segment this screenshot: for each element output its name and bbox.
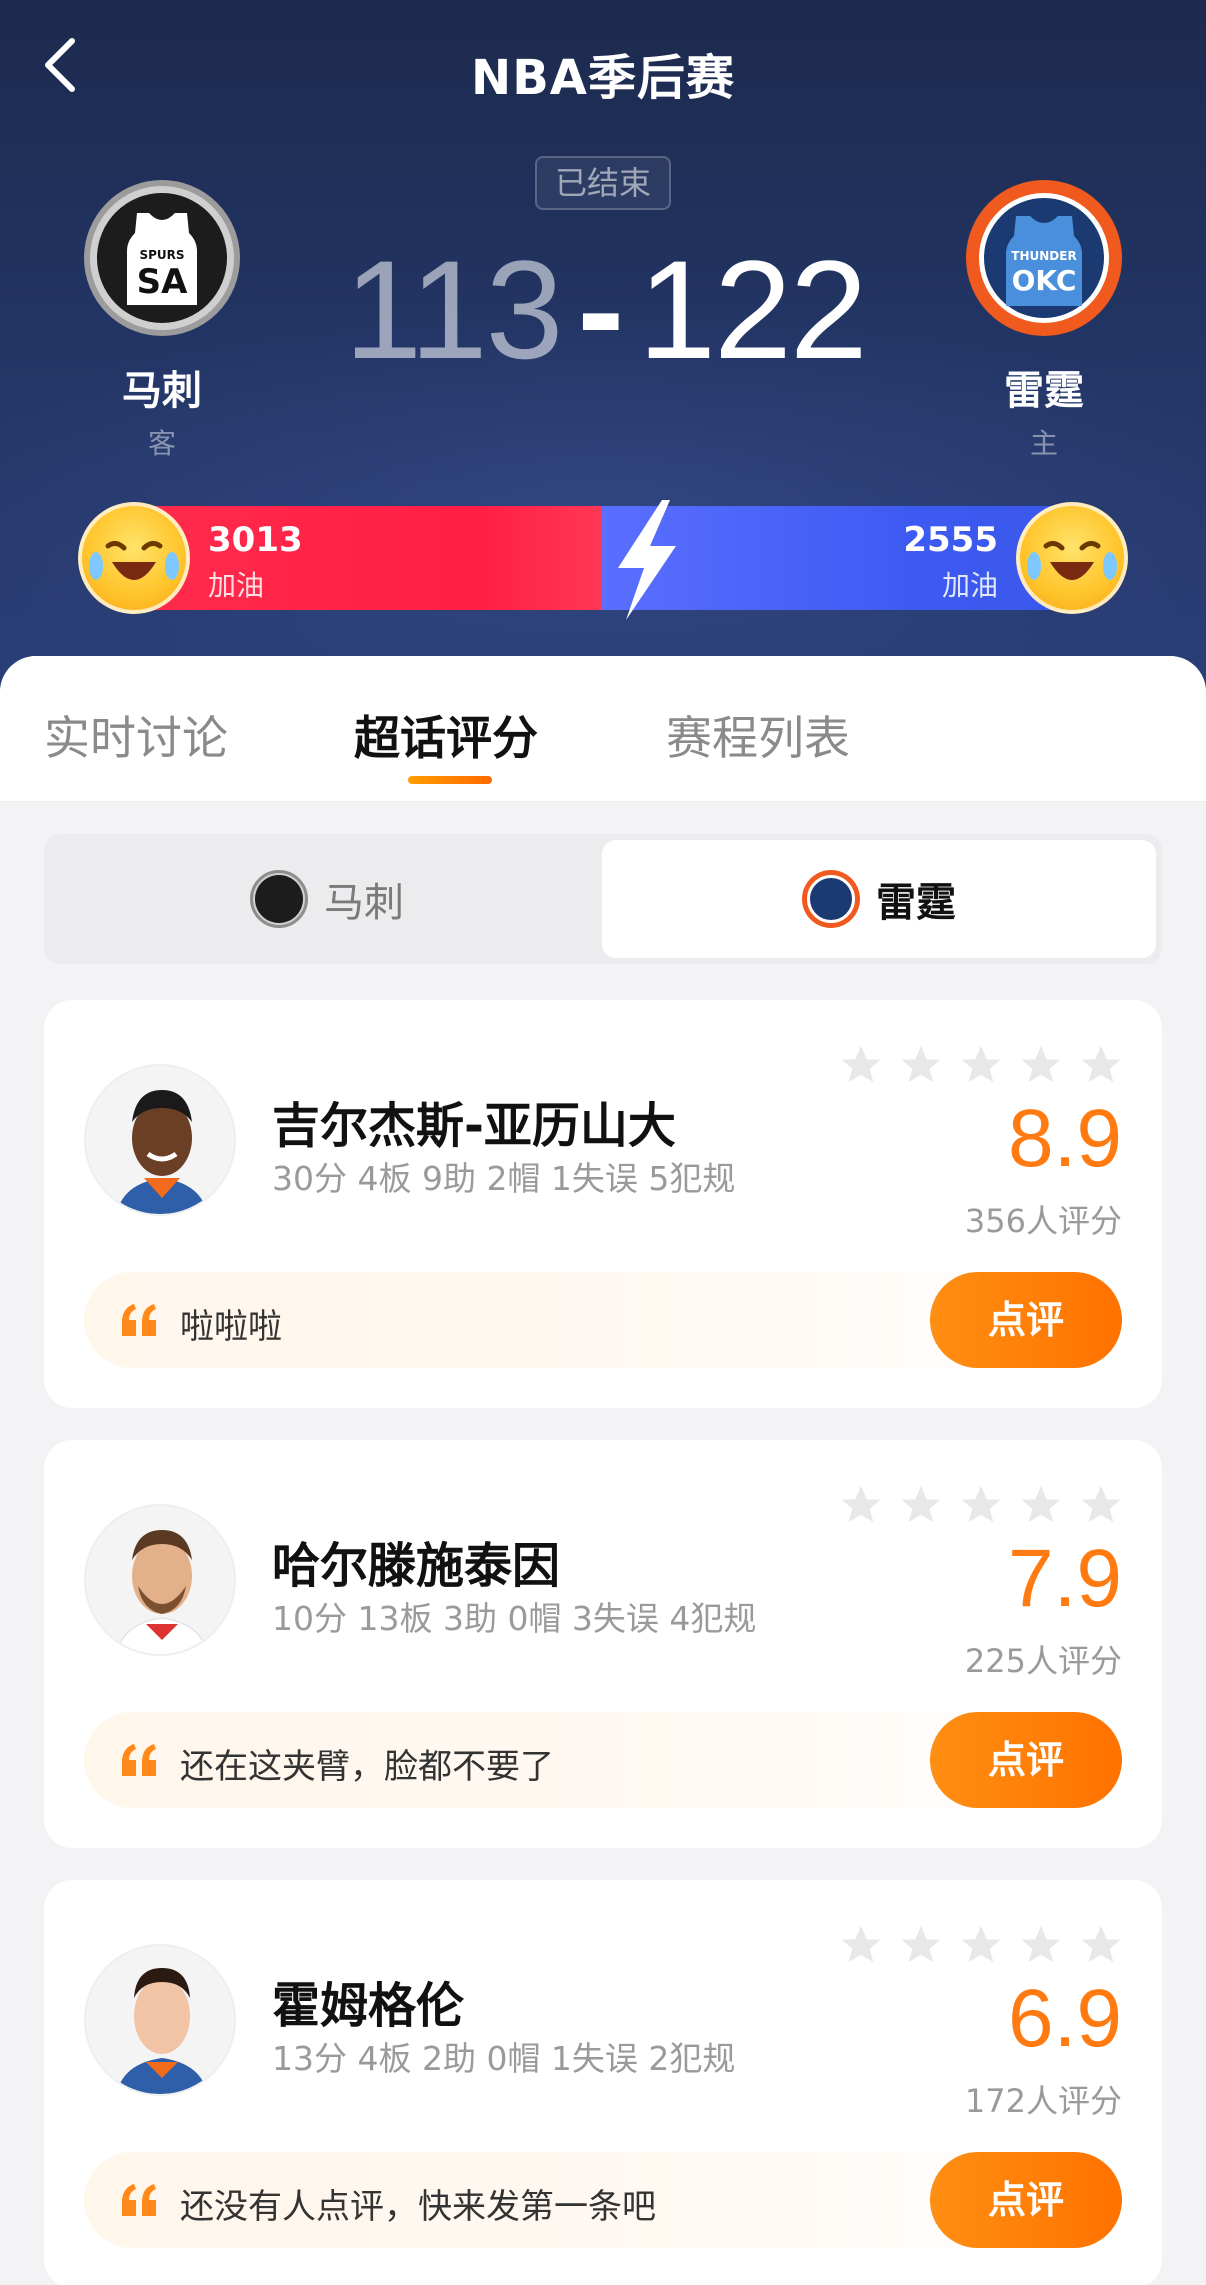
star-icon[interactable]	[898, 1042, 944, 1088]
team-switch-spurs[interactable]: 马刺	[50, 840, 604, 958]
quote-icon	[122, 2184, 156, 2216]
comment-text: 还没有人点评，快来发第一条吧	[180, 2187, 656, 2227]
top-comment[interactable]: 啦啦啦 点评	[84, 1272, 1122, 1368]
away-cheer-label: 加油	[208, 569, 265, 602]
star-icon[interactable]	[838, 1042, 884, 1088]
tab-live-discussion[interactable]: 实时讨论	[44, 702, 228, 768]
tab-schedule[interactable]: 赛程列表	[666, 702, 850, 768]
player-name: 霍姆格伦	[272, 1978, 465, 2034]
player-stats: 30分 4板 9助 2帽 1失误 5犯规	[272, 1159, 736, 1198]
quote-icon	[122, 1744, 156, 1776]
comment-text: 啦啦啦	[180, 1307, 282, 1347]
svg-text:SPURS: SPURS	[139, 248, 184, 262]
star-icon[interactable]	[958, 1042, 1004, 1088]
top-comment[interactable]: 还在这夹臂，脸都不要了 点评	[84, 1712, 1122, 1808]
cheer-bar: 3013 加油 2555 加油	[78, 500, 1128, 620]
away-cheer-emoji-icon[interactable]	[78, 502, 190, 614]
away-team-role: 客	[147, 427, 176, 460]
svg-text:OKC: OKC	[1012, 264, 1077, 297]
player-avatar[interactable]	[84, 1064, 236, 1216]
away-cheer-count: 3013	[208, 520, 303, 560]
player-stats: 13分 4板 2助 0帽 1失误 2犯规	[272, 2039, 736, 2078]
review-button[interactable]: 点评	[930, 1712, 1122, 1808]
home-team-name: 雷霆	[1004, 368, 1084, 414]
player-name: 哈尔滕施泰因	[272, 1538, 561, 1594]
player-avatar[interactable]	[84, 1944, 236, 2096]
rating-count: 225人评分	[964, 1642, 1122, 1680]
match-status-badge: 已结束	[535, 156, 671, 210]
spurs-mini-logo	[250, 870, 308, 928]
rating-count: 356人评分	[964, 1202, 1122, 1240]
comment-text: 还在这夹臂，脸都不要了	[180, 1747, 554, 1787]
player-rating-card[interactable]: 霍姆格伦 13分 4板 2助 0帽 1失误 2犯规 6.9 172人评分 还没有…	[44, 1880, 1162, 2285]
player-rating-card[interactable]: 吉尔杰斯-亚历山大 30分 4板 9助 2帽 1失误 5犯规 8.9 356人评…	[44, 1000, 1162, 1408]
star-icon[interactable]	[958, 1482, 1004, 1528]
star-icon[interactable]	[1078, 1922, 1124, 1968]
player-rating-card[interactable]: 哈尔滕施泰因 10分 13板 3助 0帽 3失误 4犯规 7.9 225人评分 …	[44, 1440, 1162, 1848]
star-icon[interactable]	[1078, 1482, 1124, 1528]
score-separator: -	[577, 231, 625, 388]
tab-bar: 实时讨论 超话评分 赛程列表	[0, 656, 1206, 802]
home-cheer-label: 加油	[941, 569, 998, 602]
star-icon[interactable]	[838, 1482, 884, 1528]
star-icon[interactable]	[1018, 1482, 1064, 1528]
player-rating-score: 8.9	[1008, 1093, 1122, 1184]
player-avatar[interactable]	[84, 1504, 236, 1656]
spurs-logo: SPURS SA	[84, 180, 240, 336]
rating-count: 172人评分	[964, 2082, 1122, 2120]
star-rating[interactable]	[838, 1922, 1124, 1968]
team-switch-thunder[interactable]: 雷霆	[602, 840, 1156, 958]
away-score: 113	[344, 231, 563, 388]
team-switch-thunder-label: 雷霆	[876, 880, 956, 926]
star-icon[interactable]	[1018, 1922, 1064, 1968]
star-icon[interactable]	[898, 1482, 944, 1528]
star-rating[interactable]	[838, 1482, 1124, 1528]
tab-ratings[interactable]: 超话评分	[354, 702, 538, 768]
team-switch-spurs-label: 马刺	[324, 880, 404, 926]
star-icon[interactable]	[1018, 1042, 1064, 1088]
home-cheer-emoji-icon[interactable]	[1016, 502, 1128, 614]
match-header: NBA季后赛 已结束 SPURS SA 马刺 客 113 - 122 THUND…	[0, 0, 1206, 700]
star-icon[interactable]	[838, 1922, 884, 1968]
thunder-mini-logo	[802, 870, 860, 928]
page-title: NBA季后赛	[471, 50, 735, 106]
player-rating-score: 7.9	[1008, 1533, 1122, 1624]
star-rating[interactable]	[838, 1042, 1124, 1088]
scoreboard: 113 - 122	[344, 231, 867, 388]
player-stats: 10分 13板 3助 0帽 3失误 4犯规	[272, 1599, 757, 1638]
home-team-role: 主	[1029, 427, 1058, 460]
star-icon[interactable]	[1078, 1042, 1124, 1088]
player-name: 吉尔杰斯-亚历山大	[272, 1098, 676, 1154]
review-button[interactable]: 点评	[930, 1272, 1122, 1368]
review-button[interactable]: 点评	[930, 2152, 1122, 2248]
quote-icon	[122, 1304, 156, 1336]
lightning-icon	[618, 500, 676, 620]
home-cheer-count: 2555	[903, 520, 998, 560]
home-score: 122	[638, 231, 868, 388]
away-team[interactable]: SPURS SA 马刺 客	[82, 180, 242, 462]
star-icon[interactable]	[958, 1922, 1004, 1968]
svg-text:THUNDER: THUNDER	[1011, 249, 1076, 263]
svg-text:SA: SA	[137, 262, 188, 302]
top-comment[interactable]: 还没有人点评，快来发第一条吧 点评	[84, 2152, 1122, 2248]
active-tab-indicator	[408, 776, 492, 784]
player-rating-score: 6.9	[1008, 1973, 1122, 2064]
home-team[interactable]: THUNDER OKC 雷霆 主	[964, 180, 1124, 462]
away-team-name: 马刺	[122, 368, 202, 414]
star-icon[interactable]	[898, 1922, 944, 1968]
thunder-logo: THUNDER OKC	[966, 180, 1122, 336]
team-switch: 马刺 雷霆	[44, 834, 1162, 964]
content-panel: 实时讨论 超话评分 赛程列表 马刺 雷霆 吉尔杰斯-亚历山大 30分 4板 9助…	[0, 656, 1206, 2285]
